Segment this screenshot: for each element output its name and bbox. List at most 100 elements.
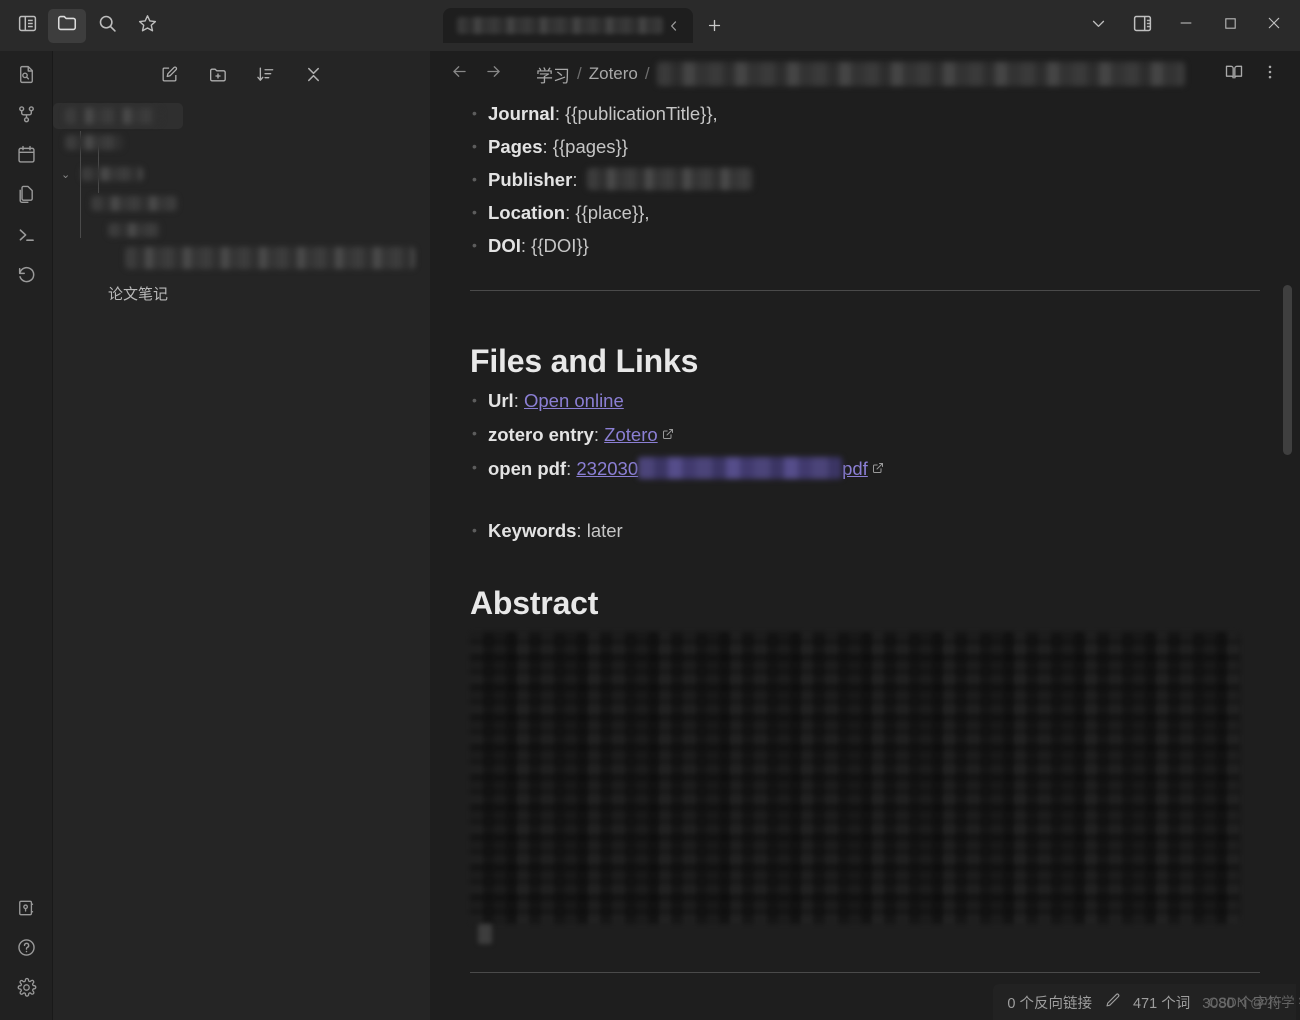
maximize-button[interactable] (1208, 7, 1252, 45)
navigate-back-button[interactable] (444, 59, 474, 89)
property-key: Journal (488, 103, 555, 124)
property-value: : {{pages}} (542, 136, 628, 157)
terminal-button[interactable] (7, 217, 45, 257)
tab-collapse-button[interactable] (663, 15, 685, 37)
star-icon (137, 13, 158, 39)
abstract-body[interactable] (470, 632, 1260, 944)
chevron-icon[interactable]: ⌄ (61, 168, 70, 181)
tree-item-folder[interactable] (53, 190, 430, 216)
files-and-links-list: Url: Open online zotero entry: Zotero op… (470, 384, 1260, 547)
pdf-link-suffix: pdf (842, 458, 868, 479)
bookmarks-button[interactable] (128, 9, 166, 43)
toggle-right-sidebar-button[interactable] (1120, 7, 1164, 45)
keywords-value: : later (576, 520, 623, 541)
property-key: Pages (488, 136, 543, 157)
open-pdf-link[interactable]: 232030 pdf (576, 457, 868, 479)
link-row-pdf: open pdf: 232030pdf (470, 451, 1260, 485)
property-key: DOI (488, 235, 521, 256)
folder-icon (56, 12, 78, 39)
file-explorer-button[interactable] (48, 8, 86, 43)
breadcrumb-item-0[interactable]: 学习 (536, 62, 570, 87)
tab-strip (443, 8, 729, 43)
property-row: Journal: {{publicationTitle}}, (470, 97, 1260, 130)
sidebar-icon (17, 13, 38, 39)
tree-item-file[interactable] (53, 217, 430, 243)
ribbon-top-group (7, 57, 45, 297)
tree-item-file[interactable]: 论文笔记 (53, 280, 430, 306)
abstract-heading: Abstract (470, 585, 599, 621)
note-content[interactable]: Journal: {{publicationTitle}}, Pages: {{… (430, 97, 1300, 1020)
right-sidebar-icon (1132, 13, 1153, 39)
property-row: Publisher: (470, 163, 1260, 196)
search-icon (97, 13, 118, 39)
toggle-left-sidebar-button[interactable] (8, 9, 46, 43)
link-row-zotero: zotero entry: Zotero (470, 417, 1260, 451)
tree-item-file-active[interactable] (53, 245, 430, 271)
tree-item-label-redacted (108, 223, 160, 237)
note-pane: 学习 / Zotero / • Journal: {{publicationTi… (430, 51, 1300, 1020)
graph-view-button[interactable] (7, 97, 45, 137)
breadcrumb-separator: / (577, 64, 582, 83)
editor-tab[interactable] (443, 8, 693, 43)
open-online-link[interactable]: Open online (524, 390, 624, 411)
tab-title-redacted (457, 17, 663, 34)
search-button[interactable] (88, 9, 126, 43)
property-row: DOI: {{DOI}} (470, 229, 1260, 262)
property-key: Location (488, 202, 566, 223)
arrow-right-icon (484, 62, 503, 86)
quick-switcher-button[interactable] (7, 57, 45, 97)
new-folder-button[interactable] (203, 62, 233, 92)
version-history-button[interactable] (7, 257, 45, 297)
files-and-links-heading: Files and Links (470, 343, 699, 379)
character-count[interactable]: 3080 个字符 (1202, 996, 1282, 1012)
minimize-icon (1178, 15, 1194, 36)
folder-plus-icon (208, 65, 228, 90)
edit-mode-toggle[interactable] (1104, 992, 1121, 1013)
properties-list: Journal: {{publicationTitle}}, Pages: {{… (470, 97, 1260, 262)
section-divider (470, 290, 1260, 291)
character-count-wrap: 3080 个字符 CSDN @小 学 符 (1202, 992, 1300, 1013)
settings-button[interactable] (7, 970, 45, 1010)
tree-item-label: 论文笔记 (108, 285, 169, 303)
tree-item-folder[interactable] (53, 103, 183, 129)
vault-switcher-button[interactable] (7, 890, 45, 930)
reading-view-button[interactable] (1218, 58, 1250, 90)
collapse-icon (304, 65, 323, 89)
help-button[interactable] (7, 930, 45, 970)
close-icon (1266, 15, 1282, 36)
collapse-all-button[interactable] (299, 62, 329, 92)
breadcrumb-item-1[interactable]: Zotero (589, 64, 638, 84)
tab-list-button[interactable] (1076, 7, 1120, 45)
tree-item-folder[interactable] (53, 129, 430, 155)
vertical-scrollbar[interactable] (1283, 285, 1292, 455)
link-key: Url (488, 390, 514, 411)
minimize-button[interactable] (1164, 7, 1208, 45)
property-value: : {{place}}, (565, 202, 650, 223)
new-tab-button[interactable] (699, 11, 729, 41)
pdf-link-redacted (638, 457, 843, 479)
daily-note-button[interactable] (7, 137, 45, 177)
word-count[interactable]: 471 个词 (1133, 992, 1190, 1013)
tree-item-label-redacted (91, 195, 177, 211)
explorer-toolbar (53, 51, 430, 97)
templates-button[interactable] (7, 177, 45, 217)
close-button[interactable] (1252, 7, 1296, 45)
note-header: 学习 / Zotero / (430, 51, 1300, 97)
app-window: ⌄ 论文笔记 学习 / Zotero / • Journal: {{public… (0, 0, 1300, 1020)
sort-order-button[interactable] (251, 62, 281, 92)
zotero-entry-link[interactable]: Zotero (604, 424, 657, 445)
navigate-forward-button[interactable] (478, 59, 508, 89)
arrow-left-icon (450, 62, 469, 86)
titlebar-left-buttons (0, 8, 166, 43)
tree-item-folder[interactable]: ⌄ (53, 161, 430, 187)
more-options-button[interactable] (1254, 58, 1286, 90)
backlinks-count[interactable]: 0 个反向链接 (1007, 992, 1092, 1013)
new-note-button[interactable] (155, 62, 185, 92)
link-key: open pdf (488, 458, 567, 479)
book-icon (1224, 62, 1244, 87)
keywords-row: Keywords: later (470, 514, 1260, 547)
property-value-redacted (586, 168, 753, 190)
breadcrumb-item-redacted[interactable] (656, 62, 1185, 86)
terminal-icon (16, 224, 37, 250)
vault-icon (16, 898, 36, 923)
